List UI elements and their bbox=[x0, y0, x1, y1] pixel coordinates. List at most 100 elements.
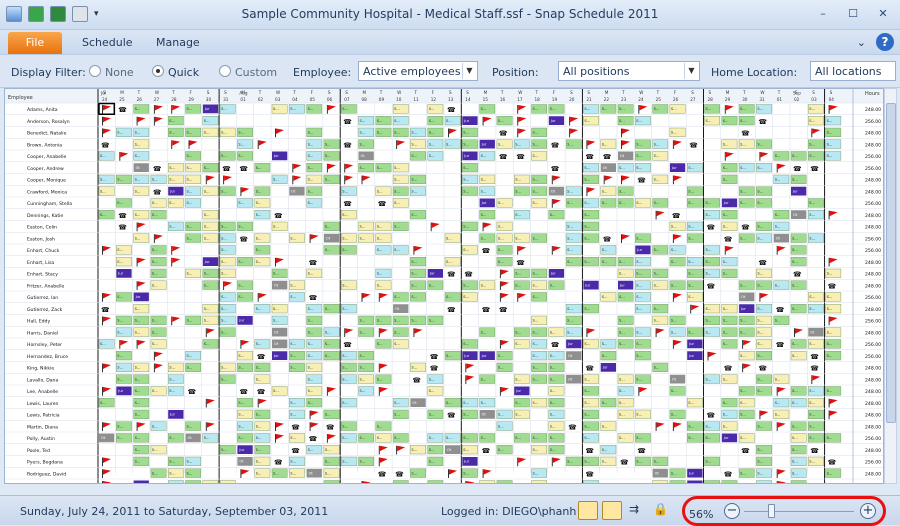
shift-code: S... bbox=[342, 107, 348, 111]
shift-code: S... bbox=[827, 471, 833, 475]
shift-code: S... bbox=[256, 248, 262, 252]
red-flag-icon bbox=[276, 422, 284, 428]
fit-page-button[interactable]: ⇉ bbox=[628, 501, 648, 520]
shift-code: S... bbox=[377, 342, 383, 346]
filter-quick-radio[interactable] bbox=[152, 65, 164, 77]
red-flag-icon bbox=[293, 163, 302, 170]
employee-dropdown-icon[interactable]: ▼ bbox=[462, 63, 476, 79]
other-code: Ot bbox=[482, 413, 487, 417]
filter-custom-radio[interactable] bbox=[219, 65, 231, 77]
shift-code: S... bbox=[290, 366, 296, 370]
shift-code: S... bbox=[411, 366, 417, 370]
flag-pole bbox=[517, 457, 519, 467]
shift-code: S... bbox=[706, 213, 712, 217]
phone-icon: ☎ bbox=[482, 306, 491, 314]
day-number: 06 bbox=[327, 97, 333, 102]
zoom-slider-track[interactable] bbox=[744, 511, 854, 512]
zoom-out-button[interactable]: − bbox=[724, 503, 740, 519]
filter-quick-label[interactable]: Quick bbox=[168, 66, 199, 79]
shift-code: S... bbox=[515, 213, 521, 217]
other-code: Ot bbox=[412, 401, 417, 405]
help-icon[interactable]: ? bbox=[876, 33, 894, 51]
minimize-button[interactable]: – bbox=[812, 4, 834, 22]
flag-pole bbox=[205, 175, 207, 185]
position-select[interactable]: All positions ▼ bbox=[558, 61, 700, 81]
shift-code: S... bbox=[775, 213, 781, 217]
shift-code: S... bbox=[706, 248, 712, 252]
scrollbar-thumb[interactable] bbox=[886, 103, 896, 423]
red-flag-icon bbox=[518, 128, 527, 134]
home-location-select[interactable]: All locations bbox=[810, 61, 896, 81]
tab-schedule[interactable]: Schedule bbox=[68, 32, 147, 54]
employee-hours: 248.00 bbox=[865, 131, 881, 137]
close-button[interactable]: ✕ bbox=[872, 4, 894, 22]
shift-code: S... bbox=[671, 107, 677, 111]
fit-width-button[interactable] bbox=[602, 501, 622, 520]
employee-hours: 256.00 bbox=[865, 319, 881, 325]
absence-code: Jur bbox=[723, 201, 729, 205]
weekday-label: T bbox=[621, 90, 625, 95]
weekday-label: T bbox=[500, 90, 504, 95]
flag-pole bbox=[378, 445, 380, 455]
shift-code: S... bbox=[256, 213, 262, 217]
shift-code: S... bbox=[117, 424, 123, 428]
shift-code: S... bbox=[238, 225, 244, 229]
zoom-slider-thumb[interactable] bbox=[768, 504, 775, 518]
shift-code: S... bbox=[827, 272, 833, 276]
red-flag-icon bbox=[414, 328, 423, 334]
red-flag-icon bbox=[154, 105, 163, 111]
employee-select[interactable]: Active employees ▼ bbox=[358, 61, 478, 81]
flag-pole bbox=[171, 257, 173, 267]
phone-icon: ☎ bbox=[793, 271, 802, 279]
phone-icon: ☎ bbox=[378, 200, 387, 208]
lock-icon[interactable]: 🔒 bbox=[652, 501, 672, 520]
filter-none-label[interactable]: None bbox=[105, 66, 134, 79]
shift-code: S... bbox=[221, 307, 227, 311]
shift-code: S... bbox=[290, 342, 296, 346]
position-dropdown-icon[interactable]: ▼ bbox=[684, 63, 698, 79]
vertical-scrollbar[interactable] bbox=[884, 88, 897, 484]
red-flag-icon bbox=[276, 128, 284, 134]
shift-code: S... bbox=[481, 283, 487, 287]
shift-code: S... bbox=[446, 401, 452, 405]
maximize-button[interactable]: ☐ bbox=[842, 4, 864, 22]
tab-manage[interactable]: Manage bbox=[142, 32, 214, 54]
phone-icon: ☎ bbox=[447, 306, 456, 314]
shift-code: S... bbox=[377, 272, 383, 276]
filter-none-radio[interactable] bbox=[89, 65, 101, 77]
shift-code: S... bbox=[360, 131, 366, 135]
shift-code: S... bbox=[135, 413, 141, 417]
shift-code: S... bbox=[394, 225, 400, 229]
day-number: 25 bbox=[656, 97, 662, 102]
flag-pole bbox=[499, 340, 501, 349]
shift-code: S... bbox=[636, 460, 642, 464]
shift-code: S... bbox=[325, 342, 331, 346]
shift-code: S... bbox=[308, 448, 314, 452]
shift-code: S... bbox=[238, 260, 244, 264]
filter-custom-label[interactable]: Custom bbox=[235, 66, 277, 79]
tab-file[interactable]: File bbox=[8, 32, 62, 54]
shift-code: S... bbox=[169, 119, 175, 123]
zoom-in-button[interactable]: + bbox=[860, 503, 876, 519]
day-number: 21 bbox=[586, 97, 592, 102]
red-flag-icon bbox=[137, 281, 146, 287]
layout-view-button[interactable] bbox=[578, 501, 598, 520]
other-code: Ot bbox=[395, 307, 400, 311]
shift-code: S... bbox=[515, 142, 521, 146]
shift-code: S... bbox=[308, 189, 314, 193]
day-number: 29 bbox=[725, 97, 731, 102]
red-flag-icon bbox=[656, 422, 665, 428]
shift-code: S... bbox=[221, 272, 227, 276]
shift-code: S... bbox=[429, 413, 435, 417]
shift-code: S... bbox=[394, 401, 400, 405]
flag-pole bbox=[136, 257, 138, 267]
other-code: Ot bbox=[776, 236, 781, 240]
flag-pole bbox=[153, 363, 155, 373]
shift-code: S... bbox=[446, 260, 452, 264]
shift-code: S... bbox=[204, 483, 210, 484]
minimize-ribbon-icon[interactable]: ⌄ bbox=[857, 36, 866, 49]
shift-code: S... bbox=[256, 366, 262, 370]
weekday-label: S bbox=[691, 90, 694, 95]
shift-code: S... bbox=[342, 354, 348, 358]
flag-pole bbox=[724, 152, 726, 161]
